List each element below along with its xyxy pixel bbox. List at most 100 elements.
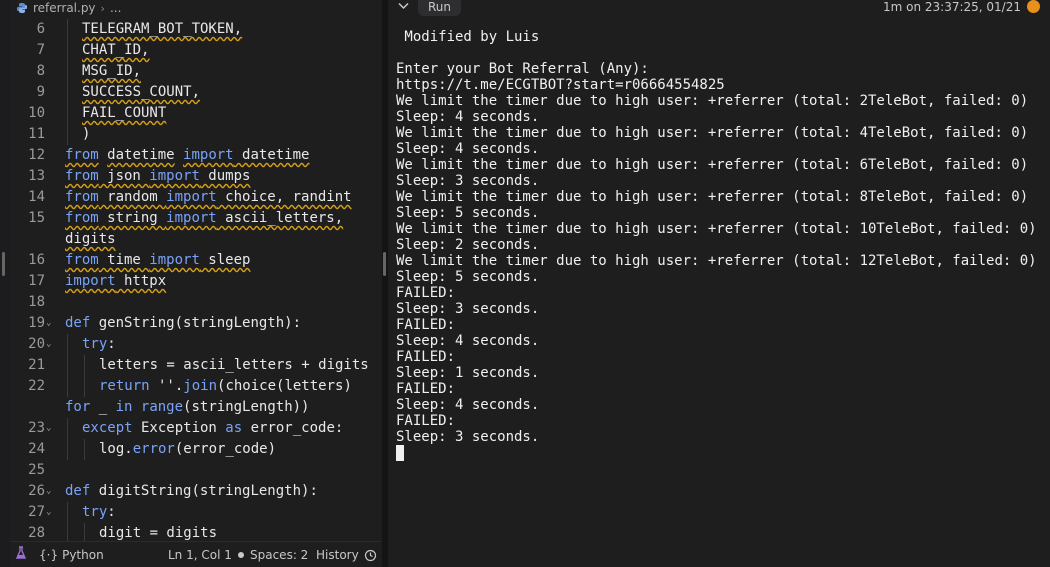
language-selector[interactable]: {·} Python	[39, 548, 104, 562]
braces-icon: {·}	[39, 548, 59, 562]
code-token: error	[132, 441, 175, 457]
console-input-line[interactable]	[396, 445, 1046, 461]
run-button[interactable]: Run	[418, 0, 462, 16]
code-text: from json import dumps	[65, 166, 250, 187]
code-line[interactable]: 6 TELEGRAM_BOT_TOKEN,	[10, 19, 382, 40]
cursor-position[interactable]: Ln 1, Col 1	[168, 548, 232, 562]
code-line[interactable]: 9 SUCCESS_COUNT,	[10, 82, 382, 103]
fold-chevron-icon[interactable]: ⌄	[46, 313, 56, 334]
code-line[interactable]: 17 import httpx	[10, 271, 382, 292]
code-line[interactable]: 13 from json import dumps	[10, 166, 382, 187]
line-number: 23	[28, 420, 45, 436]
fold-chevron-icon[interactable]: ⌄	[46, 334, 56, 355]
indent-guide	[67, 439, 68, 460]
line-number: 21	[28, 357, 45, 373]
console-output[interactable]: Modified by Luis Enter your Bot Referral …	[396, 29, 1046, 461]
code-line[interactable]: 18	[10, 292, 382, 313]
code-token: datetime	[107, 147, 175, 163]
line-number: 10	[28, 105, 45, 121]
code-line[interactable]: 25	[10, 460, 382, 481]
code-line[interactable]: 20 ⌄ try:	[10, 334, 382, 355]
code-token: log.	[99, 441, 133, 457]
code-token: )	[82, 126, 91, 142]
code-line[interactable]: for _ in range(stringLength))	[10, 397, 382, 418]
console-line: Sleep: 4 seconds.	[396, 141, 540, 157]
code-text: log.error(error_code)	[99, 439, 276, 460]
code-line[interactable]: 14 from random import choice, randint	[10, 187, 382, 208]
code-text: except Exception as error_code:	[82, 418, 343, 439]
code-token: random	[98, 189, 167, 205]
code-token: json	[98, 168, 150, 184]
console-line: Sleep: 3 seconds.	[396, 301, 540, 317]
code-token: time	[98, 252, 150, 268]
code-token: ''.	[149, 378, 184, 394]
code-line[interactable]: 15 from string import ascii_letters,	[10, 208, 382, 229]
breadcrumb-filename[interactable]: referral.py	[33, 1, 96, 15]
python-file-icon	[17, 3, 27, 13]
code-text: import httpx	[65, 271, 166, 292]
breadcrumb-more[interactable]: ...	[110, 1, 121, 15]
console-line: Sleep: 4 seconds.	[396, 333, 540, 349]
code-line[interactable]: 26 ⌄ def digitString(stringLength):	[10, 481, 382, 502]
breadcrumb: referral.py › ...	[10, 0, 382, 16]
flask-icon[interactable]	[16, 546, 26, 560]
code-token: from	[65, 168, 99, 184]
code-token: from	[65, 147, 99, 163]
code-text: MSG_ID,	[82, 61, 141, 82]
code-line[interactable]: 24 log.error(error_code)	[10, 439, 382, 460]
code-text: TELEGRAM_BOT_TOKEN,	[82, 19, 242, 40]
code-line[interactable]: 12 from datetime import datetime	[10, 145, 382, 166]
chevron-down-icon[interactable]	[398, 2, 409, 10]
code-line[interactable]: 23 ⌄ except Exception as error_code:	[10, 418, 382, 439]
resize-handle[interactable]	[383, 252, 386, 276]
code-editor-pane[interactable]: referral.py › ... 6 TELEGRAM_BOT_TOKEN, 7 C…	[10, 0, 382, 567]
chevron-right-icon: ›	[100, 1, 105, 15]
line-number: 19	[28, 315, 45, 331]
code-line[interactable]: 7 CHAT_ID,	[10, 40, 382, 61]
line-number: 27	[28, 504, 45, 520]
indent-guide	[84, 355, 85, 376]
status-indicator	[1027, 0, 1040, 13]
code-text: CHAT_ID,	[82, 40, 149, 61]
terminal-cursor	[396, 445, 404, 461]
indent-guide	[84, 376, 85, 397]
line-number: 7	[36, 42, 45, 58]
resize-handle-left[interactable]	[2, 252, 5, 276]
code-token: for	[65, 399, 91, 415]
code-area[interactable]: 6 TELEGRAM_BOT_TOKEN, 7 CHAT_ID, 8 MSG_ID, 9 SU…	[10, 19, 382, 541]
code-token: def	[65, 483, 91, 499]
console-line: We limit the timer due to high user: +re…	[396, 189, 1029, 205]
history-button[interactable]: History	[316, 548, 377, 562]
code-token: :	[107, 336, 116, 352]
code-line[interactable]: 10 FAIL_COUNT	[10, 103, 382, 124]
code-text: FAIL_COUNT	[82, 103, 166, 124]
code-token: digitString(stringLength):	[90, 483, 318, 499]
code-line[interactable]: digits	[10, 229, 382, 250]
code-token: httpx	[115, 273, 167, 289]
line-number: 16	[28, 252, 45, 268]
code-line[interactable]: 11)	[10, 124, 382, 145]
indent-guide	[67, 523, 68, 541]
indentation-setting[interactable]: Spaces: 2	[238, 548, 308, 562]
fold-chevron-icon[interactable]: ⌄	[46, 481, 56, 502]
code-line[interactable]: 21 letters = ascii_letters + digits	[10, 355, 382, 376]
code-line[interactable]: 27 ⌄ try:	[10, 502, 382, 523]
fold-chevron-icon[interactable]: ⌄	[46, 502, 56, 523]
console-line: Sleep: 4 seconds.	[396, 109, 540, 125]
code-token: import	[166, 210, 217, 226]
fold-chevron-icon[interactable]: ⌄	[46, 418, 56, 439]
console-line: Sleep: 4 seconds.	[396, 397, 540, 413]
editor-status-bar: {·} Python Ln 1, Col 1 Spaces: 2 History	[10, 541, 382, 567]
code-token: import	[166, 189, 217, 205]
indent-guide	[67, 103, 68, 124]
code-line[interactable]: 22 return ''.join(choice(letters)	[10, 376, 382, 397]
indent-guide	[67, 334, 68, 355]
code-line[interactable]: 19 ⌄ def genString(stringLength):	[10, 313, 382, 334]
indent-guide	[84, 439, 85, 460]
code-line[interactable]: 8 MSG_ID,	[10, 61, 382, 82]
language-label: Python	[62, 548, 104, 562]
code-line[interactable]: 28 digit = digits	[10, 523, 382, 541]
code-text: def genString(stringLength):	[65, 313, 301, 334]
console-pane[interactable]: Run 1m on 23:37:25, 01/21 Modified by Lu…	[388, 0, 1050, 567]
code-line[interactable]: 16 from time import sleep	[10, 250, 382, 271]
